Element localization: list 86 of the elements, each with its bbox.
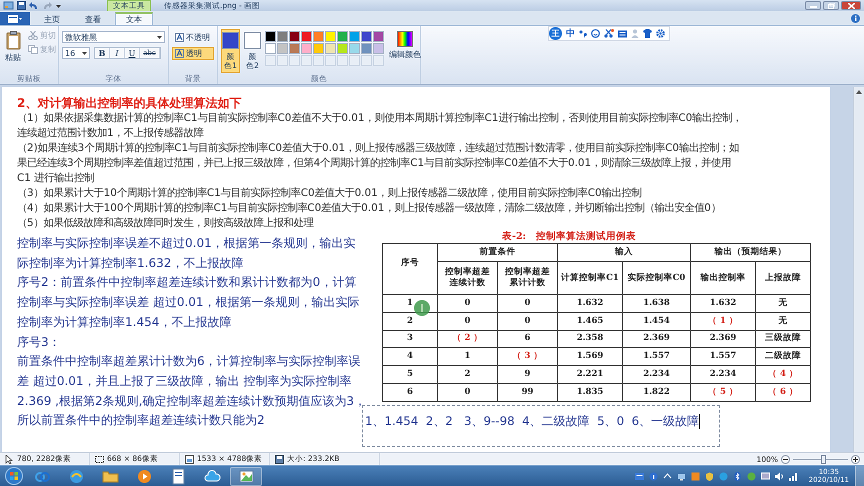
note-text: 序号3：: [17, 334, 62, 351]
transparent-option[interactable]: 透明: [172, 47, 214, 60]
table-cell: 1: [438, 348, 498, 366]
italic-button[interactable]: I: [110, 48, 125, 58]
table-header: 输出控制率: [690, 262, 756, 294]
table-header: 控制率超差连续计数: [438, 262, 498, 294]
table-header: 前置条件: [438, 244, 558, 262]
paste-button[interactable]: 粘贴: [3, 29, 23, 73]
table-cell: 0: [498, 294, 558, 312]
table-title: 表-2: 控制率算法测试用例表: [502, 231, 637, 243]
answer-text: 1、1.454 2、2 3、9--98 4、二级故障 5、0 6、一级故障: [365, 414, 700, 429]
underline-button[interactable]: U: [125, 48, 140, 58]
table-cell: 2.369: [622, 330, 690, 348]
rule-text: （3）如果累计大于10个周期计算的控制率C1与目前实际控制率C0差值大于0.01，则上报传感器二级故障，使用目前实际控制率C0输出控制: [17, 186, 643, 201]
table-cell: （ 2 ）: [438, 330, 498, 348]
note-text: 控制率与实际控制率误差 超过0.01，根据第一条规则，输出实际: [17, 294, 361, 312]
font-size-dropdown[interactable]: 16: [62, 47, 90, 59]
note-text: 序号2：前置条件中控制率超差连续计数和累计计数都为0，计算: [17, 274, 358, 292]
note-text: 际控制率为计算控制率1.632，不上报故障: [17, 254, 244, 272]
edit-colors-button[interactable]: 编辑颜色: [387, 29, 423, 73]
table-cell: 2.221: [558, 366, 622, 384]
table-cell: 1.632: [690, 294, 756, 312]
ime-mode-toggle[interactable]: 中: [566, 27, 575, 40]
table-cell: 1.557: [690, 348, 756, 366]
ribbon-tab[interactable]: 查看: [74, 12, 112, 25]
table-header: 上报故障: [756, 262, 810, 294]
table-cell: 2.358: [558, 330, 622, 348]
table-header: 序号: [382, 244, 438, 294]
table-cell: 6: [382, 383, 438, 402]
table-cell: 无: [756, 294, 810, 312]
note-text: 差 超过0.01，并且上报了三级故障，输出 控制率为实际控制率: [17, 372, 352, 390]
table-cell: 2.369: [690, 330, 756, 348]
table-cell: 2.234: [622, 366, 690, 384]
table-cell: （ 1 ）: [690, 312, 756, 330]
note-text: 控制率与实际控制率误差不超过0.01，根据第一条规则，输出实: [17, 235, 357, 252]
note-text: 前置条件中控制率超差累计计数为6，计算控制率与实际控制率误: [17, 353, 362, 370]
bold-button[interactable]: B: [95, 48, 110, 58]
rule-text: 果已经连续3个周期控制率差值超过范围，并已上报三级故障，但第4个周期计算的控制率C1与目前实际控制率C0差值不大于0.01，则清除三级故障上报，并使用: [17, 156, 732, 171]
table-cell: （ 5 ）: [690, 383, 756, 402]
table-cell: 1.454: [622, 312, 690, 330]
table-cell: 无: [756, 312, 810, 330]
ribbon-tab[interactable]: 主页: [33, 12, 71, 25]
table-cell: 99: [498, 383, 558, 402]
table-cell: 2.234: [690, 366, 756, 384]
table-cell: 0: [498, 312, 558, 330]
ribbon-tab[interactable]: 文本: [115, 12, 153, 25]
table-header: 计算控制率C1: [558, 262, 622, 294]
table-cell: 4: [382, 348, 438, 366]
table-header: 控制率超差累计计数: [498, 262, 558, 294]
table-cell: 2: [438, 366, 498, 384]
font-family-dropdown[interactable]: 微软雅黑: [62, 31, 165, 43]
note-text: 所以前置条件中的控制率超差连续计数只能为2: [17, 412, 266, 430]
rule-text: （2)如果连续3个周期计算的控制率C1与目前实际控制率C0差值大于0.01，则上报传感器三级故障，连续超过范围计数清零，使用目前实际控制率C0输出控制；如: [17, 141, 740, 156]
table-cell: 6: [498, 330, 558, 348]
table-cell: 1.465: [558, 312, 622, 330]
table-cell: 1.632: [558, 294, 622, 312]
table-cell: 二级故障: [756, 348, 810, 366]
table-cell: 3: [382, 330, 438, 348]
opaque-option[interactable]: 不透明: [172, 31, 214, 44]
table-cell: 1.638: [622, 294, 690, 312]
table-cell: 0: [438, 383, 498, 402]
rule-text: 连续超过范围计数加1，不上报传感器故障: [17, 126, 205, 141]
table-cell: 1.822: [622, 383, 690, 402]
ime-badge[interactable]: 王: [549, 27, 562, 40]
rule-text: （5）如果低级故障和高级故障同时发生，则按高级故障上报和处理: [17, 216, 315, 231]
section-heading: 2、对计算输出控制率的具体处理算法如下: [17, 96, 242, 111]
rule-text: （4）如果累计大于100个周期计算的控制率C1与目前实际控制率C0差值大于0.01，则上报传感器一级故障，清除二级故障，并切断输出控制（输出安全值0）: [17, 201, 722, 216]
table-cell: 三级故障: [756, 330, 810, 348]
table-cell: 1.557: [622, 348, 690, 366]
rule-text: C1 进行输出控制: [17, 171, 96, 186]
table-cell: 0: [438, 294, 498, 312]
table-cell: （ 4 ）: [756, 366, 810, 384]
table-cell: 9: [498, 366, 558, 384]
table-header: 输入: [558, 244, 690, 262]
table-cell: （ 3 ）: [498, 348, 558, 366]
rule-text: （1）如果依据采集数据计算的控制率C1与目前实际控制率C0差值不大于0.01，则使用本周期计算控制率C1进行输出控制，否则使用目前实际控制率C0输出控制，: [17, 111, 744, 126]
table-header: 输出（预期结果）: [690, 244, 810, 262]
table-cell: 0: [438, 312, 498, 330]
text-box[interactable]: 1、1.454 2、2 3、9--98 4、二级故障 5、0 6、一级故障: [362, 404, 720, 447]
table-header: 实际控制率C0: [622, 262, 690, 294]
note-text: 控制率为计算控制率1.454，不上报故障: [17, 314, 232, 331]
table-cell: （ 6 ）: [756, 383, 810, 402]
note-text: 2.369 ,根据第2条规则,确定控制率超差连续计数预期值应该为3，: [17, 392, 362, 410]
table-cell: 1.569: [558, 348, 622, 366]
table-cell: 1.835: [558, 383, 622, 402]
table-cell: 5: [382, 366, 438, 384]
